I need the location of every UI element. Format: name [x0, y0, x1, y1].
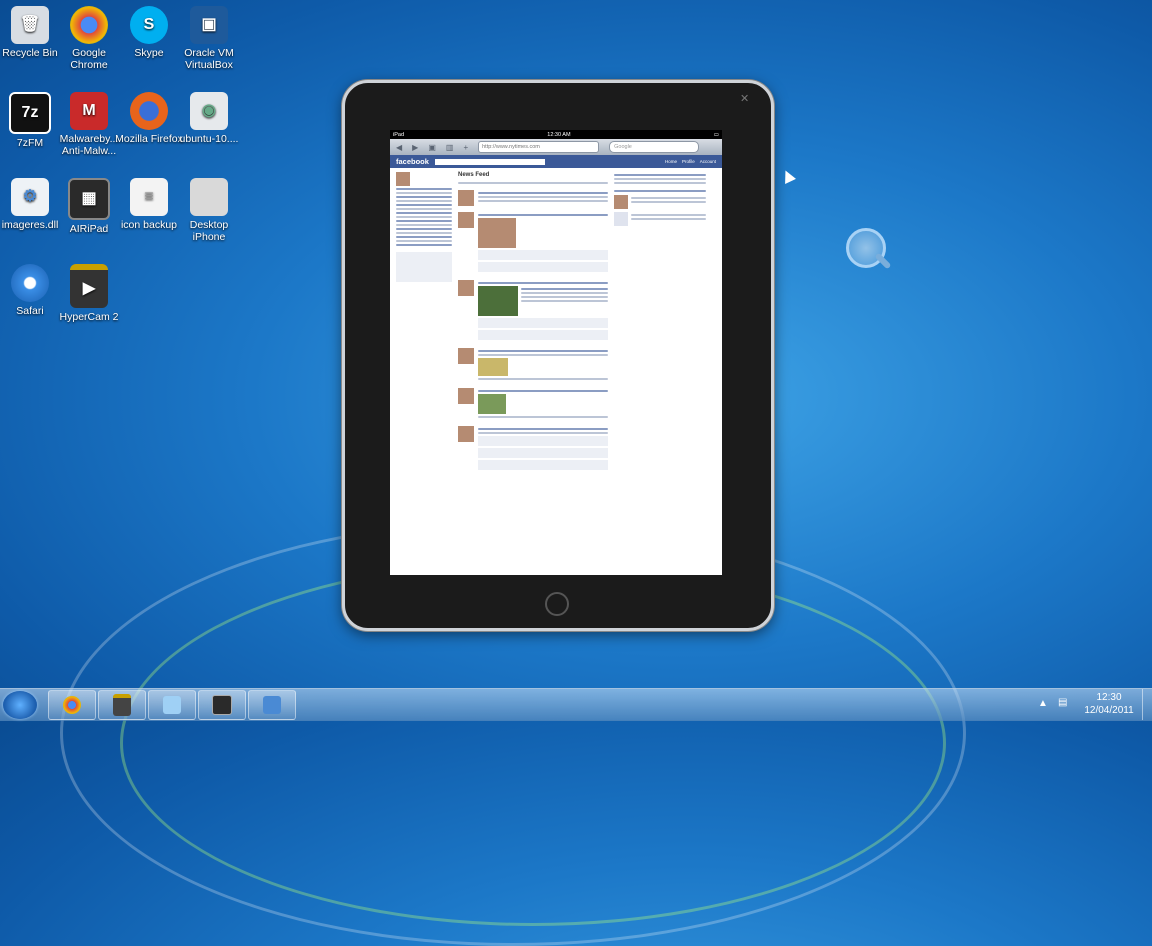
desktop-icon-label: Malwareby... Anti-Malw... [59, 133, 119, 157]
avatar[interactable] [458, 280, 474, 296]
feed-post [458, 348, 608, 382]
safari-icon [11, 264, 49, 302]
facebook-left-column [396, 172, 452, 478]
disc-image-icon: ◉ [190, 92, 228, 130]
apple-icon [190, 178, 228, 216]
desktop-icon-label: icon backup [120, 219, 178, 231]
desktop-icon-ubuntu[interactable]: ◉ ubuntu-10.... [172, 92, 246, 145]
fb-nav-account[interactable]: Account [700, 159, 716, 164]
desktop-icon-label: 7zFM [16, 137, 44, 149]
search-field[interactable]: Google [609, 141, 700, 153]
clock[interactable]: 12:30 12/04/2011 [1082, 692, 1136, 716]
add-icon[interactable]: + [463, 143, 468, 152]
ipad-status-bar: iPad 12:30 AM ▭ [390, 130, 722, 139]
avatar[interactable] [458, 348, 474, 364]
chrome-icon [70, 6, 108, 44]
dll-file-icon: ⚙ [11, 178, 49, 216]
pages-icon[interactable]: ▣ [428, 143, 436, 152]
news-feed: News Feed [458, 172, 608, 478]
desktop-icon-label: Skype [134, 47, 164, 59]
show-desktop-button[interactable] [1142, 689, 1152, 720]
avatar[interactable] [458, 190, 474, 206]
taskbar-app-imageres[interactable] [248, 690, 296, 720]
taskbar-app-hypercam[interactable] [98, 690, 146, 720]
profile-picture[interactable] [396, 172, 410, 186]
desktop-icon-virtualbox[interactable]: ▣ Oracle VM VirtualBox [172, 6, 246, 71]
feed-post [458, 280, 608, 342]
safari-toolbar: ◀ ▶ ▣ ▥ + http://www.nytimes.com Google [390, 139, 722, 155]
network-icon[interactable]: ▤ [1058, 697, 1067, 708]
status-carrier: iPad [393, 131, 405, 138]
taskbar-app-notepad[interactable] [148, 690, 196, 720]
feed-post [458, 212, 608, 274]
hypercam-icon: ▶ [70, 264, 108, 308]
skype-icon: S [130, 6, 168, 44]
taskbar-app-chrome[interactable] [48, 690, 96, 720]
chrome-icon [63, 696, 81, 714]
mouse-cursor [780, 168, 796, 184]
desktop-icon-label: Safari [16, 305, 44, 317]
desktop-icon-label: AIRiPad [69, 223, 109, 235]
facebook-content: News Feed [390, 168, 722, 482]
facebook-right-column [614, 172, 706, 478]
facebook-header: facebook Home Profile Account [390, 155, 722, 168]
ipad-screen: iPad 12:30 AM ▭ ◀ ▶ ▣ ▥ + http://www.nyt… [390, 130, 722, 575]
back-arrow-icon[interactable]: ◀ [396, 143, 402, 152]
recycle-bin-icon: 🗑 [11, 6, 49, 44]
battery-icon: ▭ [713, 131, 719, 138]
facebook-logo[interactable]: facebook [396, 157, 429, 166]
facebook-search-input[interactable] [434, 158, 545, 165]
fb-nav-profile[interactable]: Profile [682, 159, 695, 164]
home-button[interactable] [545, 592, 569, 616]
airipad-icon [212, 695, 232, 715]
virtualbox-icon: ▣ [190, 6, 228, 44]
desktop-icon-label: HyperCam 2 [59, 311, 119, 323]
fb-nav-home[interactable]: Home [665, 159, 677, 164]
forward-arrow-icon[interactable]: ▶ [412, 143, 418, 152]
desktop-icon-hypercam[interactable]: ▶ HyperCam 2 [52, 264, 126, 323]
start-button[interactable] [3, 691, 37, 719]
feed-post [458, 388, 608, 420]
desktop-icon-label: ubuntu-10.... [179, 133, 239, 145]
text-file-icon: ≡ [130, 178, 168, 216]
notepad-icon [163, 696, 181, 714]
avatar[interactable] [458, 426, 474, 442]
clock-date: 12/04/2011 [1084, 705, 1134, 716]
desktop-icon-label: Oracle VM VirtualBox [184, 47, 234, 71]
clock-time: 12:30 [1096, 692, 1122, 703]
desktop-icon-label: Google Chrome [70, 47, 108, 71]
tray-expand-icon[interactable]: ▲ [1038, 698, 1048, 709]
hypercam-icon [113, 694, 131, 716]
firefox-icon [130, 92, 168, 130]
airipad-icon: ▦ [68, 178, 110, 220]
desktop-icon-label: imageres.dll [1, 219, 59, 231]
avatar[interactable] [458, 212, 474, 228]
desktop-icon-label: Desktop iPhone [189, 219, 229, 243]
close-icon[interactable]: ✕ [740, 92, 749, 105]
dll-file-icon [263, 696, 281, 714]
news-feed-title: News Feed [458, 172, 490, 178]
status-time: 12:30 AM [547, 131, 571, 138]
bookmarks-icon[interactable]: ▥ [446, 143, 454, 152]
desktop-icon-label: Recycle Bin [2, 47, 58, 59]
malwarebytes-icon: M [70, 92, 108, 130]
avatar[interactable] [458, 388, 474, 404]
url-field[interactable]: http://www.nytimes.com [478, 141, 600, 153]
feed-post [458, 426, 608, 472]
feed-post [458, 190, 608, 206]
facebook-nav: Home Profile Account [665, 159, 716, 164]
taskbar-app-airipad[interactable] [198, 690, 246, 720]
desktop-icon-desktop-iphone[interactable]: Desktop iPhone [172, 178, 246, 243]
7zip-icon: 7z [9, 92, 51, 134]
